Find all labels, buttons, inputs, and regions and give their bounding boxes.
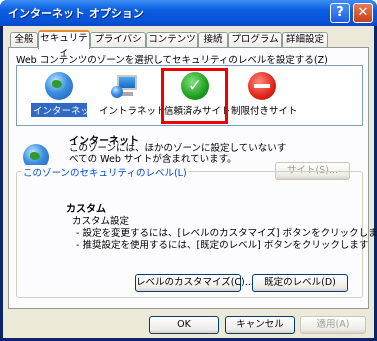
zone-intranet[interactable]: イントラネット xyxy=(99,72,166,122)
tab-connections[interactable]: 接続 xyxy=(198,32,228,48)
title-bar[interactable]: インターネット オプション ? ✕ xyxy=(0,0,377,26)
security-level-group: このゾーンのセキュリティのレベル(L) カスタム カスタム設定 - 設定を変更す… xyxy=(16,165,377,298)
restricted-no-entry-icon xyxy=(248,72,276,100)
cancel-button[interactable]: キャンセル xyxy=(225,316,295,334)
zone-info-description: このゾーンには、ほかのゾーンに設定していないすべての Web サイトが含まれてい… xyxy=(69,143,287,165)
internet-globe-icon xyxy=(45,72,73,100)
zone-label: イントラネット xyxy=(99,106,166,117)
close-button[interactable]: ✕ xyxy=(353,3,373,23)
dialog-window: インターネット オプション ? ✕ 全般 セキュリティ プライバシー コンテンツ… xyxy=(0,0,377,341)
window-title: インターネット オプション xyxy=(8,7,144,20)
security-level-detail-2: - 推奨設定を使用するには、[既定のレベル] ボタンをクリックします xyxy=(76,240,369,251)
zone-label: 制限付きサイト xyxy=(231,106,298,117)
intranet-monitor-icon xyxy=(111,72,141,100)
dialog-body: 全般 セキュリティ プライバシー コンテンツ 接続 プログラム 詳細設定 Web… xyxy=(3,26,377,338)
ok-button[interactable]: OK xyxy=(149,316,219,334)
security-level-group-label: このゾーンのセキュリティのレベル(L) xyxy=(21,165,189,179)
tab-programs[interactable]: プログラム xyxy=(228,32,282,48)
customize-level-button[interactable]: レベルのカスタマイズ(C)... xyxy=(135,274,254,292)
default-level-button[interactable]: 既定のレベル(D) xyxy=(252,274,348,292)
tab-privacy[interactable]: プライバシー xyxy=(90,32,146,59)
zone-internet[interactable]: インターネット xyxy=(31,72,100,122)
tab-security[interactable]: セキュリティ xyxy=(38,30,90,58)
tab-advanced[interactable]: 詳細設定 xyxy=(282,32,328,48)
zone-list: インターネット イントラネット ✓ 信頼済みサイト 制限付きサイト xyxy=(16,65,363,126)
tab-content[interactable]: コンテンツ xyxy=(146,32,198,48)
zone-restricted-sites[interactable]: 制限付きサイト xyxy=(231,72,298,122)
tab-general[interactable]: 全般 xyxy=(10,32,38,48)
trusted-sites-highlight-box xyxy=(161,68,228,124)
zone-label: インターネット xyxy=(31,103,100,117)
help-button[interactable]: ? xyxy=(330,3,350,23)
security-tab-panel: Web コンテンツのゾーンを選択してセキュリティのレベルを設定する(Z) インタ… xyxy=(8,47,377,309)
apply-button[interactable]: 適用(A) xyxy=(300,316,366,334)
